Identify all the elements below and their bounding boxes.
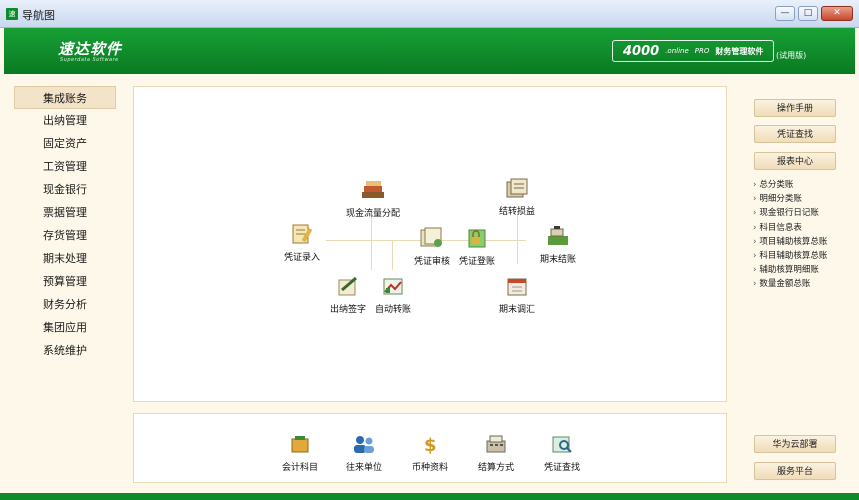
calculator-icon (483, 431, 509, 457)
report-center-button[interactable]: 报表中心 (754, 152, 836, 170)
quick-item-accounts[interactable]: 会计科目 (282, 431, 318, 473)
sidebar-item-fixed-assets[interactable]: 固定资产 (14, 132, 116, 155)
voucher-search-button[interactable]: 凭证查找 (754, 125, 836, 143)
window-controls: — □ ✕ (775, 6, 853, 21)
flow-voucher-post[interactable]: 凭证登账 (459, 225, 495, 267)
flow-connector (371, 240, 372, 270)
flow-cashflow-allocation[interactable]: 现金流量分配 (346, 177, 400, 219)
product-badge: 4000 .online PRO 财务管理软件 (612, 40, 775, 62)
sidebar-item-integrated-accounting[interactable]: 集成账务 (14, 86, 116, 109)
flow-voucher-entry[interactable]: 凭证录入 (284, 221, 320, 263)
flow-connector (392, 240, 393, 270)
account-box-icon (287, 431, 313, 457)
quick-access-panel: 会计科目 往来单位 $ 币种资料 结算方式 凭证查找 (133, 413, 727, 483)
quick-item-partners[interactable]: 往来单位 (346, 431, 382, 473)
minimize-button[interactable]: — (775, 6, 795, 21)
flow-pnl-transfer-label: 结转损益 (499, 207, 536, 217)
sidebar-item-financial-analysis[interactable]: 财务分析 (14, 293, 116, 316)
flow-voucher-post-label: 凭证登账 (459, 257, 496, 267)
quick-item-voucher-search[interactable]: 凭证查找 (544, 431, 580, 473)
quick-item-settlement[interactable]: 结算方式 (478, 431, 514, 473)
flow-period-close[interactable]: 期末结账 (540, 223, 576, 265)
close-button[interactable]: ✕ (821, 6, 853, 21)
workflow-panel: 凭证录入 现金流量分配 出纳签字 自动转账 凭证审核 凭证登账 结转损益 期末调… (133, 86, 727, 402)
report-link-account-info[interactable]: 科目信息表 (753, 221, 827, 235)
report-link-detail-ledger[interactable]: 明细分类账 (753, 192, 827, 206)
quick-voucher-search-label: 凭证查找 (544, 463, 581, 473)
module-sidebar: 集成账务 出纳管理 固定资产 工资管理 现金银行 票据管理 存货管理 期末处理 … (14, 86, 116, 362)
flow-period-adjust-label: 期末调汇 (499, 305, 536, 315)
svg-text:$: $ (424, 435, 437, 455)
sidebar-item-period-end[interactable]: 期末处理 (14, 247, 116, 270)
search-document-icon (549, 431, 575, 457)
badge-pro: PRO (694, 47, 710, 55)
sidebar-item-bills[interactable]: 票据管理 (14, 201, 116, 224)
books-stack-icon (360, 177, 386, 203)
window-title: 导航图 (22, 9, 55, 22)
badge-online: .online (665, 47, 689, 55)
report-list: 总分类账 明细分类账 现金银行日记账 科目信息表 项目辅助核算总账 科目辅助核算… (753, 178, 827, 292)
report-link-general-ledger[interactable]: 总分类账 (753, 178, 827, 192)
audit-folder-icon (419, 225, 445, 251)
lock-binder-icon (464, 225, 490, 251)
flow-cashier-sign[interactable]: 出纳签字 (330, 273, 366, 315)
quick-item-currency[interactable]: $ 币种资料 (412, 431, 448, 473)
quick-accounts-label: 会计科目 (282, 463, 319, 473)
signing-pen-icon (335, 273, 361, 299)
flow-pnl-transfer[interactable]: 结转损益 (499, 175, 535, 217)
badge-product-name: 财务管理软件 (715, 46, 764, 56)
flow-cashier-sign-label: 出纳签字 (330, 305, 367, 315)
report-link-project-aux-ledger[interactable]: 项目辅助核算总账 (753, 235, 827, 249)
sidebar-item-group[interactable]: 集团应用 (14, 316, 116, 339)
sidebar-item-cash-bank[interactable]: 现金银行 (14, 178, 116, 201)
flow-period-close-label: 期末结账 (540, 255, 577, 265)
sidebar-item-system-maintenance[interactable]: 系统维护 (14, 339, 116, 362)
report-link-quantity-amount[interactable]: 数量金额总账 (753, 277, 827, 291)
flow-auto-transfer-label: 自动转账 (375, 305, 412, 315)
quick-partners-label: 往来单位 (346, 463, 383, 473)
title-bar: 速 导航图 — □ ✕ (0, 0, 859, 28)
people-icon (351, 431, 377, 457)
trial-label: (试用版) (776, 51, 807, 60)
brand-logo-subtitle: Superdata Software (60, 57, 119, 63)
operation-manual-button[interactable]: 操作手册 (754, 99, 836, 117)
sidebar-item-budget[interactable]: 预算管理 (14, 270, 116, 293)
ledger-stack-icon (504, 175, 530, 201)
brand-logo: 速达软件 (58, 40, 123, 58)
quick-currency-label: 币种资料 (412, 463, 449, 473)
flow-period-adjust[interactable]: 期末调汇 (499, 273, 535, 315)
flow-auto-transfer[interactable]: 自动转账 (375, 273, 411, 315)
badge-version: 4000 (623, 43, 660, 59)
report-link-cash-bank-journal[interactable]: 现金银行日记账 (753, 206, 827, 220)
sidebar-item-inventory[interactable]: 存货管理 (14, 224, 116, 247)
cash-register-icon (545, 223, 571, 249)
dollar-icon: $ (417, 431, 443, 457)
flow-voucher-audit-label: 凭证审核 (414, 257, 451, 267)
report-link-account-aux-ledger[interactable]: 科目辅助核算总账 (753, 249, 827, 263)
flow-cashflow-label: 现金流量分配 (346, 209, 401, 219)
sidebar-item-cashier[interactable]: 出纳管理 (14, 109, 116, 132)
maximize-button[interactable]: □ (798, 6, 818, 21)
huawei-cloud-button[interactable]: 华为云部署 (754, 435, 836, 453)
report-link-aux-detail[interactable]: 辅助核算明细账 (753, 263, 827, 277)
footer-bar (0, 493, 859, 500)
chart-document-icon (380, 273, 406, 299)
app-icon: 速 (6, 8, 18, 20)
service-platform-button[interactable]: 服务平台 (754, 462, 836, 480)
sidebar-item-payroll[interactable]: 工资管理 (14, 155, 116, 178)
calendar-icon (504, 273, 530, 299)
flow-voucher-audit[interactable]: 凭证审核 (414, 225, 450, 267)
quick-settlement-label: 结算方式 (478, 463, 515, 473)
flow-connector (517, 212, 518, 264)
notepad-pencil-icon (289, 221, 315, 247)
header-banner: 速达软件 Superdata Software 4000 .online PRO… (4, 28, 855, 74)
flow-voucher-entry-label: 凭证录入 (284, 253, 321, 263)
